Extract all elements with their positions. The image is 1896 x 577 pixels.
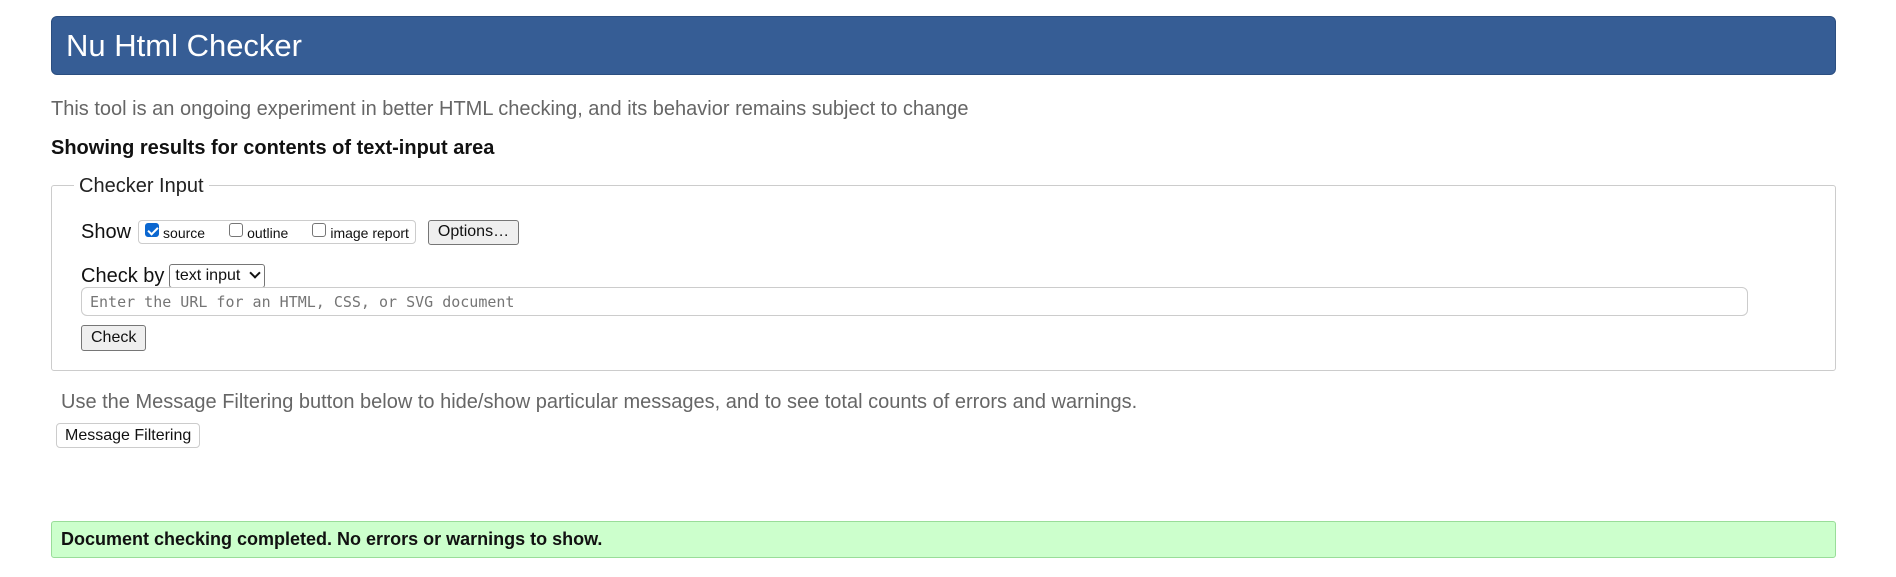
message-filtering-button[interactable]: Message Filtering bbox=[56, 423, 201, 448]
page-title: Nu Html Checker bbox=[66, 28, 302, 63]
show-label: Show bbox=[81, 221, 132, 243]
source-label: source bbox=[163, 225, 206, 241]
show-options-group: source outline image report bbox=[138, 220, 416, 244]
success-message: Document checking completed. No errors o… bbox=[61, 529, 603, 549]
chevron-down-icon bbox=[249, 267, 261, 279]
header-banner: Nu Html Checker bbox=[51, 16, 1836, 75]
outline-label: outline bbox=[247, 225, 289, 241]
checker-input-fieldset: Checker Input Show source outline image … bbox=[51, 174, 1836, 371]
check-by-row: Check by text input bbox=[81, 263, 266, 289]
check-by-select[interactable]: text input bbox=[169, 264, 266, 288]
check-by-label: Check by bbox=[81, 265, 165, 287]
image-report-label: image report bbox=[330, 225, 409, 241]
show-row: Show source outline image report Options… bbox=[81, 219, 520, 245]
success-message-box: Document checking completed. No errors o… bbox=[51, 521, 1836, 558]
show-source-option[interactable]: source bbox=[145, 223, 206, 241]
results-heading: Showing results for contents of text-inp… bbox=[51, 137, 495, 159]
check-by-selected-value: text input bbox=[175, 267, 241, 284]
outline-checkbox[interactable] bbox=[229, 223, 244, 237]
tagline: This tool is an ongoing experiment in be… bbox=[51, 98, 969, 120]
page: Nu Html Checker This tool is an ongoing … bbox=[0, 0, 1896, 577]
check-button[interactable]: Check bbox=[81, 325, 147, 351]
show-outline-option[interactable]: outline bbox=[229, 223, 289, 241]
image-report-checkbox[interactable] bbox=[312, 223, 327, 237]
show-image-report-option[interactable]: image report bbox=[312, 223, 409, 241]
message-filter-note: Use the Message Filtering button below t… bbox=[61, 391, 1138, 413]
url-input[interactable] bbox=[81, 287, 1748, 316]
options-button[interactable]: Options… bbox=[427, 219, 520, 245]
source-checkbox[interactable] bbox=[145, 223, 160, 237]
checker-input-legend: Checker Input bbox=[74, 174, 209, 198]
